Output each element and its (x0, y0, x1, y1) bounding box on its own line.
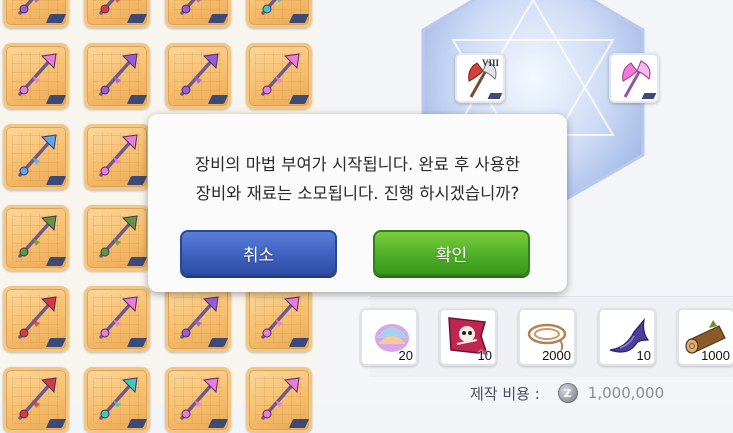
inventory-slot[interactable] (84, 124, 150, 190)
inventory-slot[interactable] (3, 124, 69, 190)
confirm-button[interactable]: 확인 (373, 230, 530, 276)
material-slot-rope[interactable]: 2000 (518, 308, 576, 366)
inventory-slot[interactable] (3, 367, 69, 433)
equipment-slot-result[interactable] (609, 53, 659, 103)
inventory-slot[interactable] (3, 0, 69, 28)
material-quantity: 1000 (701, 348, 730, 363)
inventory-slot[interactable] (84, 367, 150, 433)
inventory-slot[interactable] (246, 367, 312, 433)
material-slot-fish-tail[interactable]: 10 (598, 308, 656, 366)
material-quantity: 10 (477, 348, 492, 363)
crafting-cost-row: 제작 비용 : Z 1,000,000 (470, 382, 664, 404)
material-slot-shell[interactable]: 20 (360, 308, 418, 366)
enchant-confirm-dialog: 장비의 마법 부여가 시작됩니다. 완료 후 사용한 장비와 재료는 소모됩니다… (148, 114, 567, 292)
inventory-slot[interactable] (84, 286, 150, 352)
inventory-slot[interactable] (246, 286, 312, 352)
inventory-slot[interactable] (84, 205, 150, 271)
inventory-slot[interactable] (165, 0, 231, 28)
material-slot-wood-log[interactable]: 1000 (677, 308, 733, 366)
material-slot-pirate-flag[interactable]: 10 (439, 308, 497, 366)
refine-level-badge: VIII (481, 58, 499, 68)
equipment-slot-source[interactable]: VIII (455, 53, 505, 103)
confirm-button-label: 확인 (435, 245, 468, 266)
material-quantity: 2000 (542, 348, 571, 363)
inventory-slot[interactable] (246, 43, 312, 109)
crafting-cost-label: 제작 비용 : (470, 384, 540, 403)
dialog-message: 장비의 마법 부여가 시작됩니다. 완료 후 사용한 장비와 재료는 소모됩니다… (194, 155, 521, 203)
zeny-coin-icon: Z (557, 383, 578, 403)
inventory-slot[interactable] (3, 286, 69, 352)
inventory-slot[interactable] (3, 205, 69, 271)
inventory-slot[interactable] (3, 43, 69, 109)
inventory-slot[interactable] (246, 0, 312, 28)
inventory-slot[interactable] (84, 0, 150, 28)
inventory-slot[interactable] (165, 43, 231, 109)
inventory-slot[interactable] (165, 367, 231, 433)
cancel-button[interactable]: 취소 (180, 230, 337, 276)
material-quantity: 10 (636, 348, 651, 363)
cancel-button-label: 취소 (242, 245, 275, 266)
material-quantity: 20 (398, 348, 413, 363)
crafting-cost-value: 1,000,000 (587, 384, 665, 402)
inventory-slot[interactable] (84, 43, 150, 109)
inventory-slot[interactable] (165, 286, 231, 352)
